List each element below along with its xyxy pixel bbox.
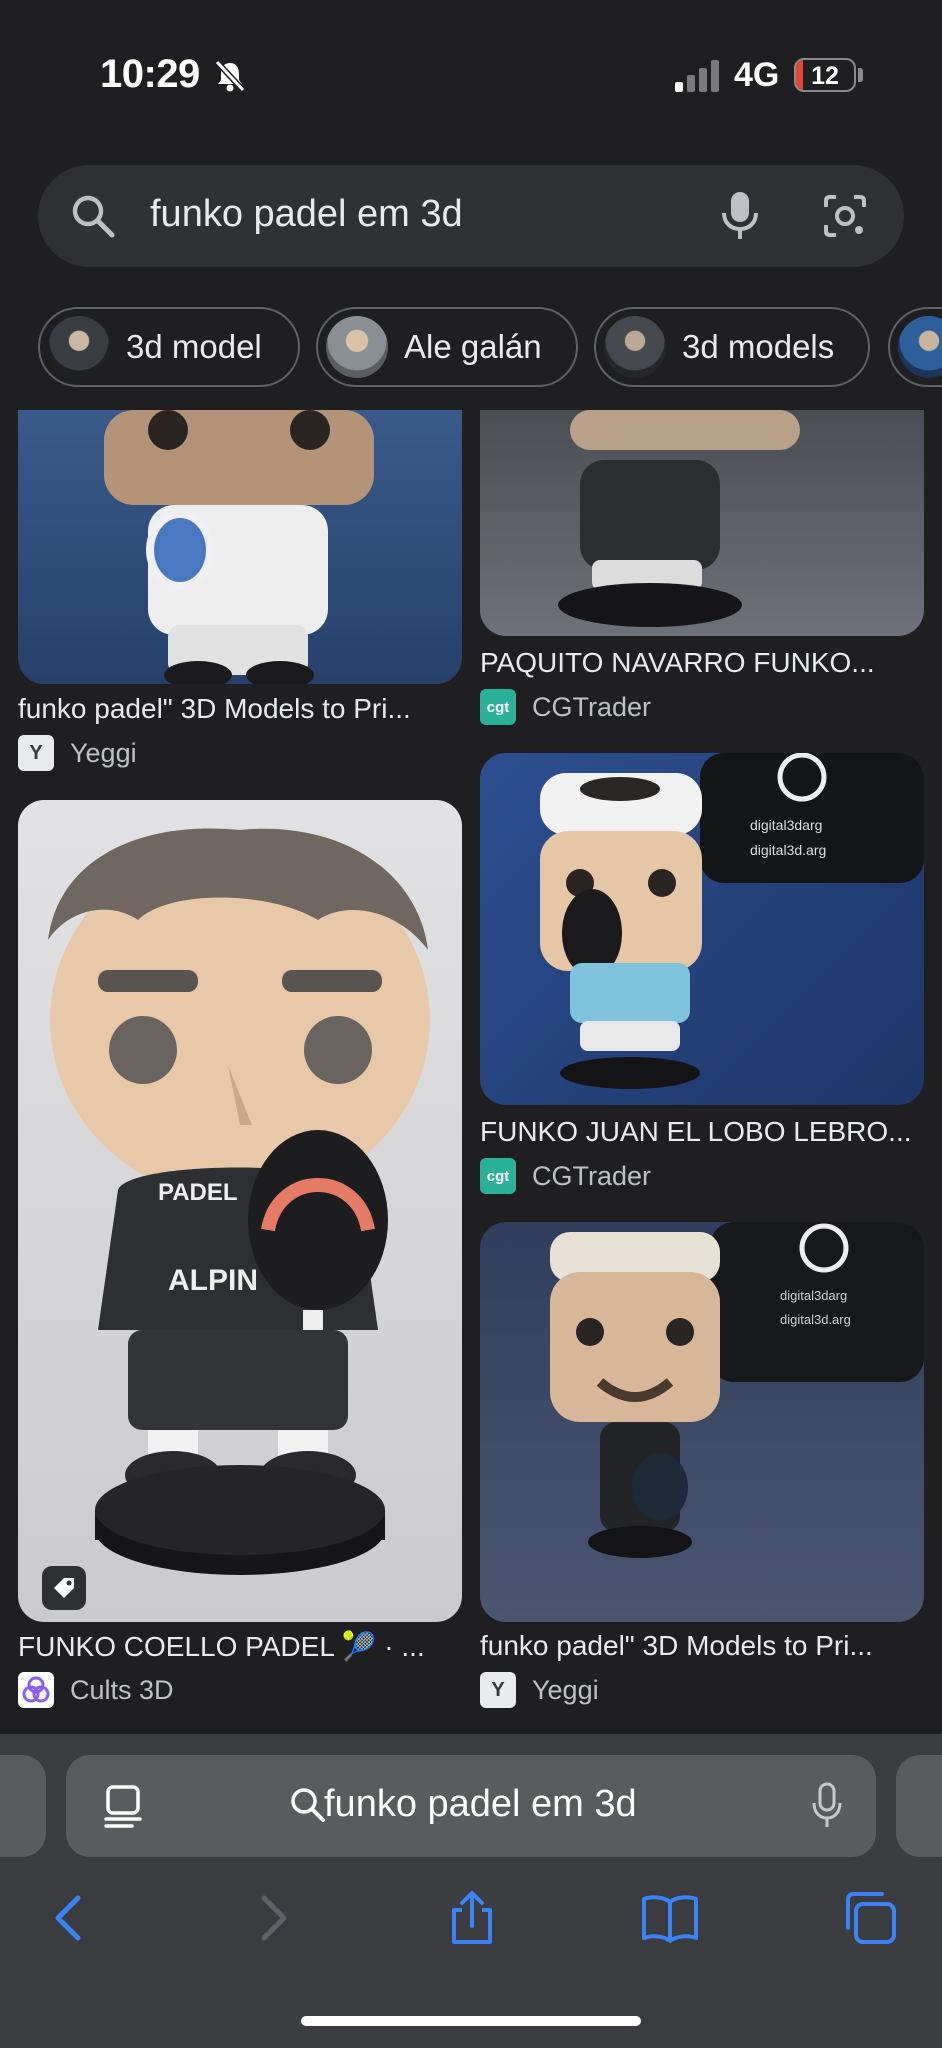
svg-text:digital3d.arg: digital3d.arg: [750, 842, 826, 858]
result-title[interactable]: funko padel" 3D Models to Pri...: [480, 1630, 873, 1662]
result-source[interactable]: Y Yeggi: [18, 735, 137, 771]
product-tag-badge[interactable]: [42, 1566, 86, 1610]
result-image[interactable]: PADEL ALPIN: [18, 800, 462, 1622]
search-input[interactable]: funko padel em 3d: [150, 193, 463, 236]
result-title[interactable]: PAQUITO NAVARRO FUNKO...: [480, 647, 875, 679]
chip-ale-galan[interactable]: Ale galán: [316, 307, 578, 387]
tabs-icon[interactable]: [840, 1888, 900, 1948]
battery-tip: [858, 68, 863, 82]
search-bar[interactable]: funko padel em 3d: [38, 165, 904, 267]
svg-text:digital3d.arg: digital3d.arg: [780, 1312, 851, 1327]
funko-coello-figure: PADEL ALPIN: [48, 828, 430, 1575]
search-icon: [291, 1788, 325, 1822]
result-image[interactable]: [480, 410, 924, 636]
battery-percent: 12: [811, 62, 839, 90]
result-source[interactable]: cgt CGTrader: [480, 1158, 651, 1194]
back-icon[interactable]: [40, 1888, 100, 1948]
result-image[interactable]: [18, 410, 462, 684]
source-name: Yeggi: [70, 737, 137, 768]
cellular-signal-icon: [675, 60, 719, 92]
svg-text:digital3darg: digital3darg: [780, 1288, 847, 1303]
cults3d-icon: [18, 1672, 54, 1708]
source-name: Cults 3D: [70, 1674, 174, 1705]
cults-icon: [22, 1676, 50, 1703]
source-name: Yeggi: [532, 1674, 599, 1705]
next-tab-peek[interactable]: [896, 1755, 942, 1857]
microphone-icon[interactable]: [718, 189, 762, 243]
search-icon[interactable]: [68, 191, 118, 241]
chip-thumbnail: [604, 316, 666, 378]
yeggi-icon: Y: [480, 1672, 516, 1708]
result-source[interactable]: cgt CGTrader: [480, 689, 651, 725]
battery-indicator: 12: [794, 58, 856, 92]
source-name: CGTrader: [532, 691, 652, 722]
chip-thumbnail: [48, 316, 110, 378]
funko-figure-illustration: [104, 410, 374, 684]
address-bar[interactable]: funko padel em 3d: [66, 1755, 876, 1857]
svg-text:digital3darg: digital3darg: [750, 817, 822, 833]
page-menu-icon[interactable]: [102, 1783, 144, 1829]
result-source[interactable]: Y Yeggi: [480, 1672, 599, 1708]
home-indicator: [301, 2016, 641, 2026]
yeggi-icon: Y: [18, 735, 54, 771]
share-icon[interactable]: [442, 1888, 502, 1948]
result-title[interactable]: FUNKO COELLO PADEL 🎾 · ...: [18, 1630, 425, 1663]
cgtrader-icon: cgt: [480, 1158, 516, 1194]
chip-3d-models[interactable]: 3d models: [594, 307, 870, 387]
source-name: CGTrader: [532, 1160, 652, 1191]
microphone-icon[interactable]: [810, 1781, 844, 1831]
chip-label: 3d models: [682, 328, 835, 365]
chip-partial[interactable]: [888, 307, 942, 387]
result-title[interactable]: funko padel" 3D Models to Pri...: [18, 693, 411, 725]
funko-figure-illustration: digital3darg digital3d.arg: [550, 1222, 924, 1558]
chip-thumbnail: [326, 316, 388, 378]
svg-text:ALPIN: ALPIN: [168, 1264, 258, 1297]
funko-lebron-figure: digital3darg digital3d.arg: [540, 753, 924, 1089]
bookmarks-icon[interactable]: [640, 1888, 700, 1948]
address-text[interactable]: funko padel em 3d: [324, 1783, 637, 1826]
result-image[interactable]: digital3darg digital3d.arg: [480, 753, 924, 1105]
chip-3d-model[interactable]: 3d model: [38, 307, 300, 387]
chip-label: Ale galán: [404, 328, 542, 365]
status-time: 10:29: [100, 52, 200, 96]
suggestion-chips: 3d model Ale galán 3d models: [38, 307, 942, 391]
lens-camera-icon[interactable]: [820, 191, 870, 241]
silent-bell-icon: [214, 59, 246, 93]
svg-text:PADEL: PADEL: [158, 1179, 238, 1206]
result-source[interactable]: Cults 3D: [18, 1672, 174, 1708]
network-type: 4G: [734, 56, 780, 94]
result-title[interactable]: FUNKO JUAN EL LOBO LEBRO...: [480, 1116, 912, 1148]
chip-thumbnail: [898, 316, 942, 378]
previous-tab-peek[interactable]: [0, 1755, 46, 1857]
result-image[interactable]: digital3darg digital3d.arg: [480, 1222, 924, 1622]
forward-icon[interactable]: [242, 1888, 302, 1948]
chip-label: 3d model: [126, 328, 262, 365]
funko-figure-illustration: [558, 410, 800, 627]
tag-icon: [54, 1578, 74, 1598]
cgtrader-icon: cgt: [480, 689, 516, 725]
